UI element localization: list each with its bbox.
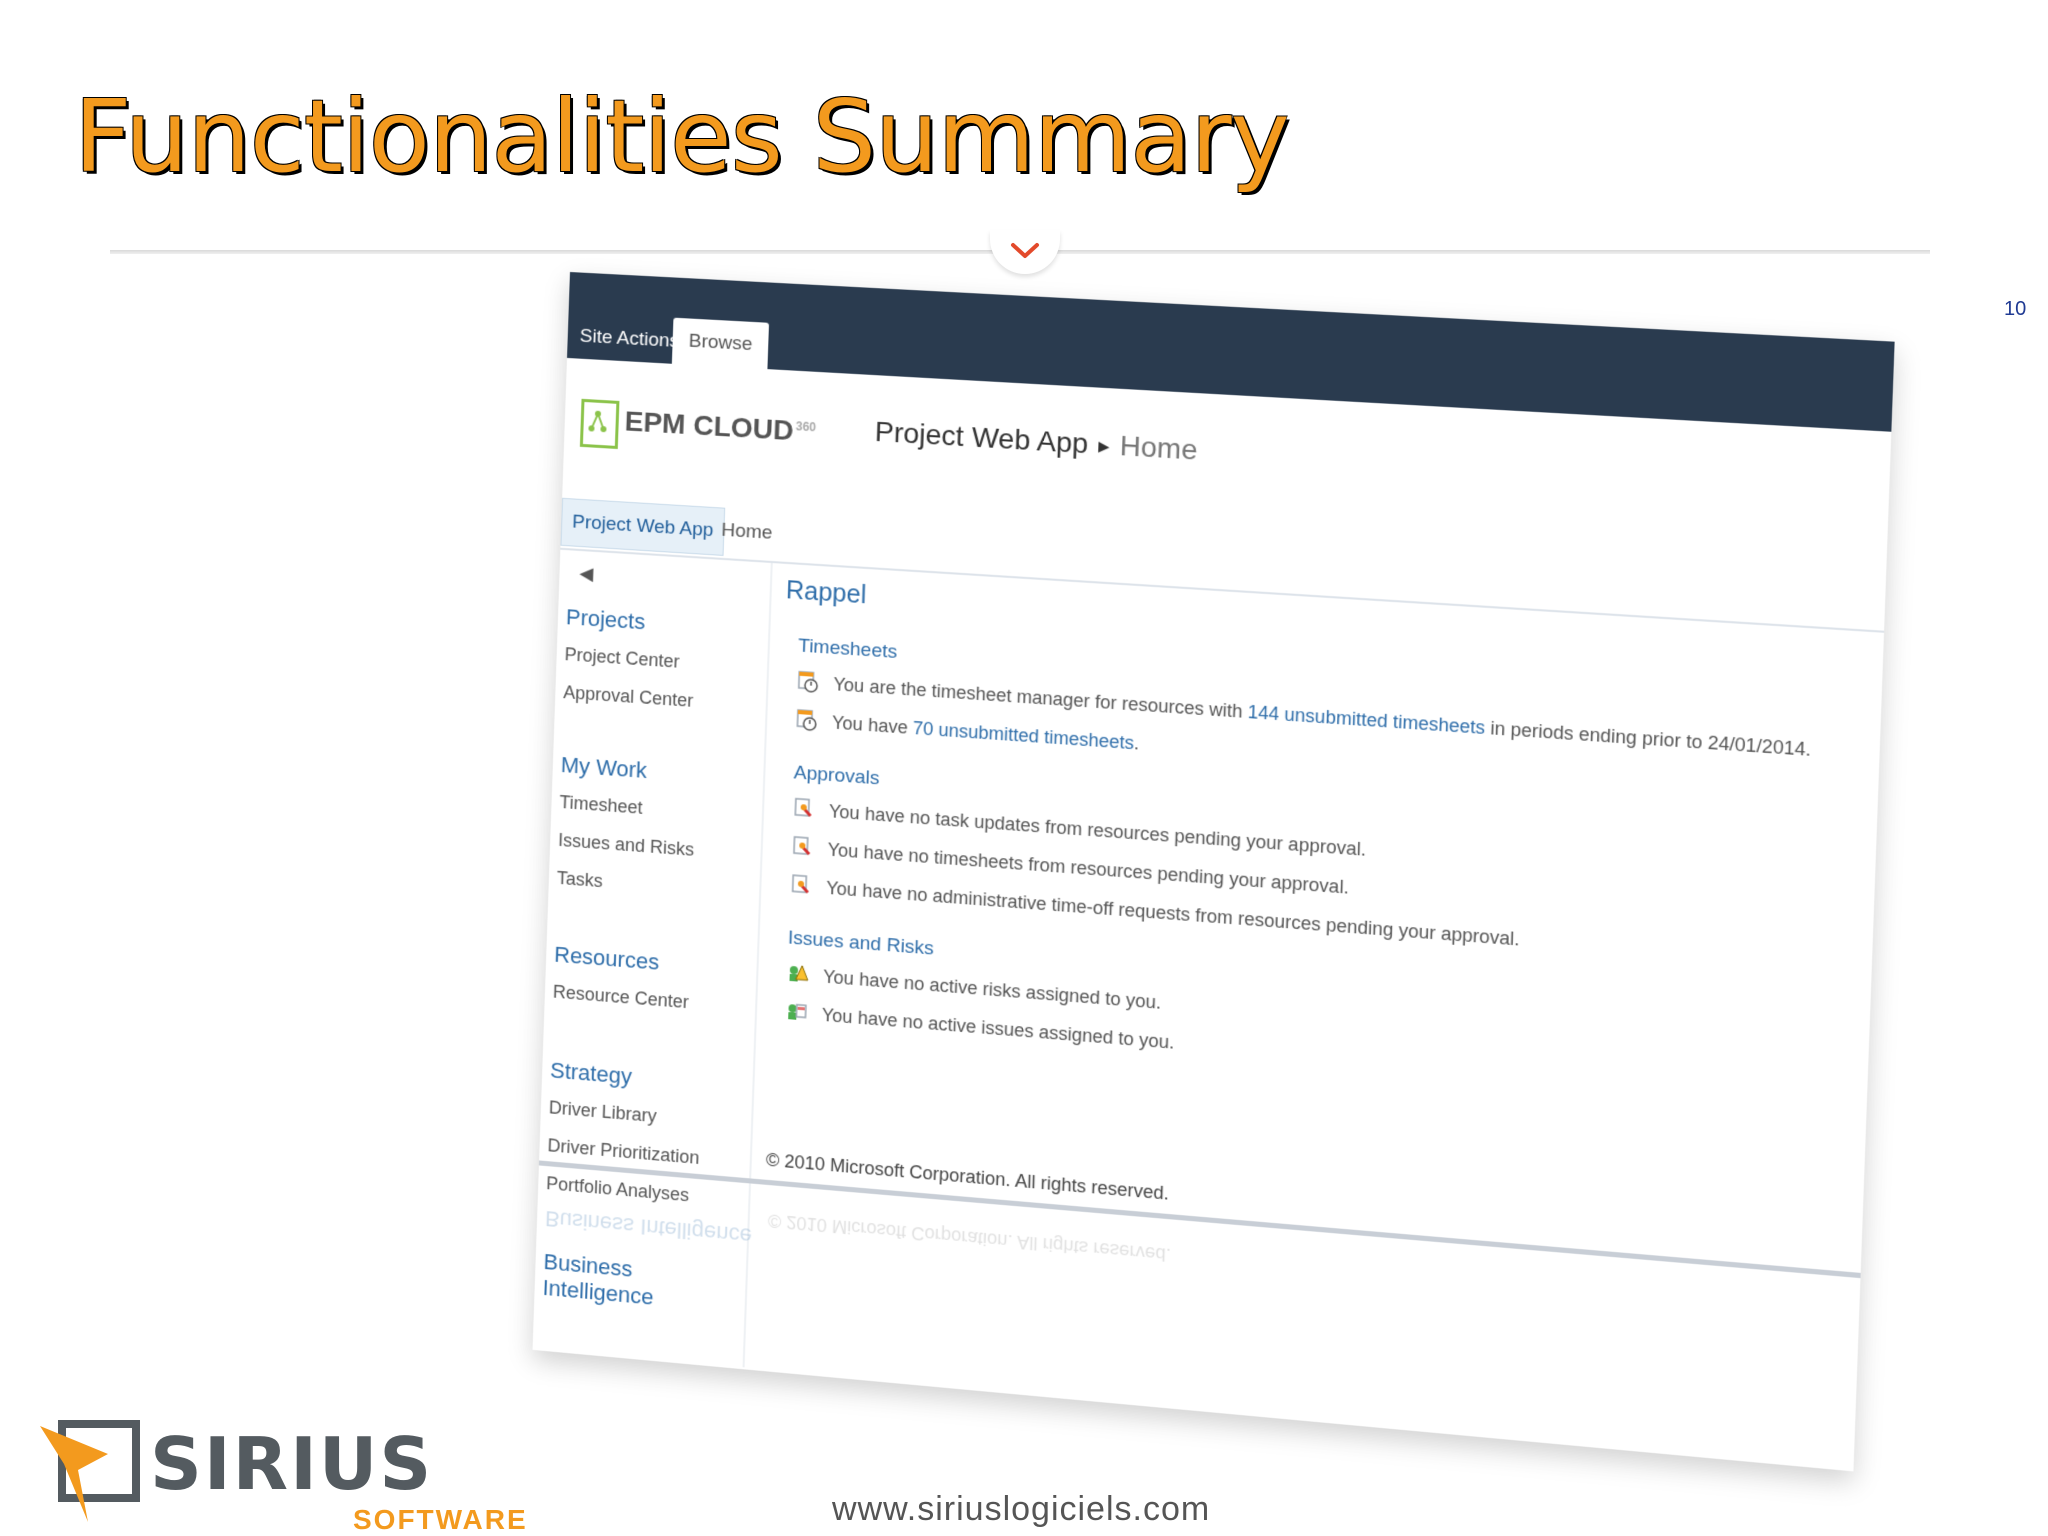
collapse-arrow-icon[interactable]: ◀ bbox=[579, 563, 593, 585]
site-actions-label: Site Actions bbox=[579, 325, 680, 353]
breadcrumb-page: Home bbox=[1119, 429, 1199, 466]
sirius-logo-icon bbox=[40, 1420, 140, 1522]
risk-icon bbox=[786, 962, 809, 991]
reflection-text: © 2010 Microsoft Corporation. All rights… bbox=[767, 1210, 1172, 1266]
project-web-app-window: Site Actions▼ Browse EPM CLOUD360 Projec… bbox=[532, 272, 1895, 1472]
reflection-text: Business Intelligence bbox=[544, 1206, 753, 1250]
unsubmitted-timesheets-link[interactable]: 144 unsubmitted timesheets bbox=[1247, 702, 1485, 738]
breadcrumb-separator-icon: ▶ bbox=[1098, 437, 1110, 455]
nav-projects[interactable]: Projects bbox=[566, 604, 646, 635]
my-unsubmitted-timesheets-link[interactable]: 70 unsubmitted timesheets bbox=[912, 718, 1134, 753]
timesheet-icon bbox=[795, 708, 818, 737]
breadcrumb-site[interactable]: Project Web App bbox=[874, 416, 1088, 460]
page-number: 10 bbox=[2004, 298, 2027, 320]
nav-resources[interactable]: Resources bbox=[554, 942, 660, 976]
approval-icon bbox=[789, 873, 812, 902]
nav-driver-library[interactable]: Driver Library bbox=[549, 1097, 657, 1127]
nav-approval-center[interactable]: Approval Center bbox=[563, 682, 694, 712]
breadcrumb: Project Web App ▶ Home bbox=[874, 416, 1198, 467]
nav-resource-center[interactable]: Resource Center bbox=[553, 982, 690, 1014]
nav-strategy[interactable]: Strategy bbox=[550, 1057, 633, 1090]
epm-logo-icon bbox=[579, 398, 620, 450]
approval-icon bbox=[791, 835, 814, 864]
issues-risks-heading[interactable]: Issues and Risks bbox=[788, 927, 935, 960]
timesheet-icon bbox=[796, 670, 819, 699]
nav-issues-and-risks[interactable]: Issues and Risks bbox=[558, 830, 695, 861]
nav-my-work[interactable]: My Work bbox=[560, 752, 647, 784]
main-content: Rappel Timesheets You are the timesheet … bbox=[767, 564, 1858, 1216]
slide-title: Functionalities Summary bbox=[74, 78, 1290, 195]
page-heading: Rappel bbox=[785, 576, 867, 610]
chevron-down-icon bbox=[1011, 243, 1039, 258]
tab-home[interactable]: Home bbox=[711, 507, 784, 558]
website-url[interactable]: www.siriuslogiciels.com bbox=[832, 1490, 1210, 1529]
approvals-heading[interactable]: Approvals bbox=[793, 762, 879, 790]
brand-subtitle: SOFTWARE bbox=[353, 1504, 528, 1535]
nav-project-center[interactable]: Project Center bbox=[564, 644, 680, 673]
timesheets-heading[interactable]: Timesheets bbox=[798, 635, 898, 664]
logo-text: EPM CLOUD360 bbox=[624, 405, 817, 447]
tab-project-web-app[interactable]: Project Web App bbox=[560, 497, 726, 556]
issue-icon bbox=[785, 1000, 808, 1029]
sirius-logo: SIRIUS SOFTWARE bbox=[38, 1414, 598, 1535]
chevron-badge bbox=[990, 230, 1060, 274]
approval-icon bbox=[792, 796, 815, 825]
nav-tasks[interactable]: Tasks bbox=[557, 868, 604, 892]
tab-browse[interactable]: Browse bbox=[671, 317, 770, 370]
nav-timesheet[interactable]: Timesheet bbox=[559, 792, 643, 819]
brand-name: SIRIUS bbox=[150, 1422, 434, 1506]
screenshot: Site Actions▼ Browse EPM CLOUD360 Projec… bbox=[532, 272, 1895, 1472]
